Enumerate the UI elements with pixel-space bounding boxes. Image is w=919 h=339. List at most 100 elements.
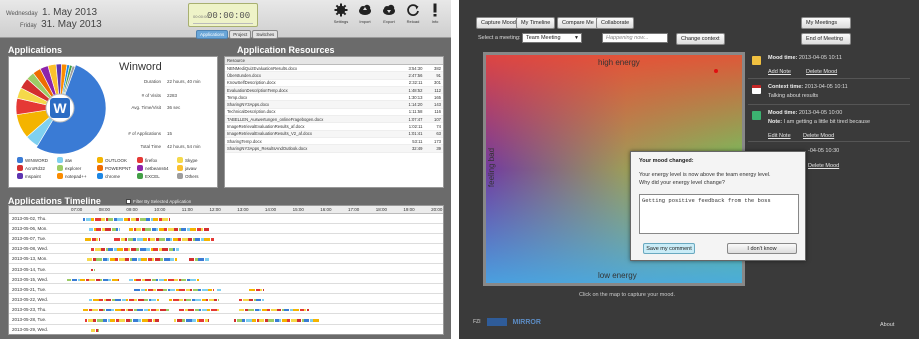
app-stat-value: 36 sec xyxy=(167,105,181,110)
import-button[interactable]: Import xyxy=(353,3,377,24)
timeline-segment xyxy=(145,228,151,231)
mood-changed-dialog: Your mood changed: Your energy level is … xyxy=(630,151,806,261)
meeting-select[interactable]: Team Meeting ▼ xyxy=(522,33,582,43)
happening-input[interactable]: Happening now... xyxy=(602,33,668,43)
tab-applications[interactable]: Applications xyxy=(196,30,229,39)
change-context-button[interactable]: Change context xyxy=(676,33,725,45)
timeline-row[interactable]: 2013-05-14, Tue. xyxy=(9,266,443,274)
timeline-row[interactable]: 2013-05-08, Wed. xyxy=(9,245,443,254)
legend-item[interactable]: OUTLOOK xyxy=(97,157,137,163)
applications-legend: WINWORD atw OUTLOOK firefox Skype AcroRd32 exp… xyxy=(17,157,217,179)
timeline-segment xyxy=(313,319,319,322)
timeline-segment xyxy=(277,308,281,312)
timeline-hour-label: 12:00 xyxy=(209,207,221,212)
table-row[interactable]: ImageRetrievalEvaluationResults_af.docx 1… xyxy=(225,122,443,131)
col-time[interactable] xyxy=(394,57,425,65)
table-row[interactable]: TABELLEN_Auswertungen_onlineFragebogen.d… xyxy=(225,115,443,124)
col-resource[interactable]: Resource xyxy=(225,57,395,65)
legend-item[interactable]: AcroRd32 xyxy=(17,165,57,171)
timeline-row[interactable]: 2013-05-28, Tue. xyxy=(9,316,443,325)
timeline-segment xyxy=(168,218,169,221)
export-button[interactable]: Export xyxy=(377,3,401,24)
legend-item[interactable]: chrome xyxy=(97,173,137,179)
timeline-row[interactable]: 2013-05-15, Wed. xyxy=(9,276,443,285)
legend-item[interactable]: WINWORD xyxy=(17,157,57,163)
timeline-segment xyxy=(143,308,148,312)
legend-item[interactable]: netbeans64 xyxy=(137,165,177,171)
timeline-segment xyxy=(87,258,92,261)
info-button[interactable]: Info xyxy=(423,3,447,24)
delete-mood-link-1[interactable]: Delete Mood xyxy=(806,69,837,75)
timeline-segment xyxy=(144,298,148,302)
table-row[interactable]: NBNMediQuizEvaluationResults.docx 3:54:30… xyxy=(225,64,443,73)
settings-button[interactable]: Settings xyxy=(329,3,353,24)
legend-item[interactable]: firefox xyxy=(137,157,177,163)
table-row[interactable]: Überstunden.docx 2:47:56 91 xyxy=(225,71,443,80)
compare-me-button[interactable]: Compare Me xyxy=(557,17,599,29)
legend-item[interactable]: POWERPNT xyxy=(97,165,137,171)
timeline-row[interactable]: 2013-05-21, Tue. xyxy=(9,286,443,295)
legend-item[interactable]: javaw xyxy=(177,165,217,171)
about-link[interactable]: About xyxy=(880,322,894,328)
timeline-segment xyxy=(94,248,101,251)
legend-item[interactable]: Others xyxy=(177,173,217,179)
dont-know-button[interactable]: I don't know xyxy=(727,243,797,254)
date-to[interactable]: Friday 31. May 2013 xyxy=(20,14,102,32)
reload-button[interactable]: Reload xyxy=(401,3,425,24)
table-row[interactable]: TechnicalDescription.docx 1:11:58 116 xyxy=(225,108,443,117)
timeline-segment xyxy=(143,238,147,241)
resource-time-cell: 32:49 xyxy=(394,144,425,153)
timeline-row[interactable]: 2013-05-13, Mon. xyxy=(9,255,443,264)
collaborate-button[interactable]: Collaborate xyxy=(596,17,635,29)
capture-mood-button[interactable]: Capture Mood xyxy=(476,17,521,29)
tab-switches[interactable]: Switches xyxy=(252,30,279,39)
table-row[interactable]: SharingNY3Apps_ResultsAndOutlook.docx 32:… xyxy=(225,144,443,153)
table-row[interactable]: KnowSelfDescription.docx 2:32:11 301 xyxy=(225,79,443,87)
tab-project[interactable]: Project xyxy=(229,30,252,39)
table-row[interactable]: ImageRetrievalEvaluationResults_V2_af.do… xyxy=(225,130,443,138)
delete-mood-link-2[interactable]: Delete Mood xyxy=(803,133,834,139)
end-meeting-button[interactable]: End of Meeting xyxy=(801,33,851,45)
filter-checkbox[interactable] xyxy=(126,199,131,204)
legend-swatch xyxy=(17,157,23,163)
col-visits[interactable] xyxy=(424,57,443,65)
add-note-link[interactable]: Add Note xyxy=(768,69,791,75)
table-row[interactable]: SharingNY3Apps.docx 1:14:20 143 xyxy=(225,100,443,109)
timeline-row[interactable]: 2013-05-07, Tue. xyxy=(9,235,443,244)
my-meetings-button[interactable]: My Meetings xyxy=(801,17,851,29)
timeline-row[interactable]: 2013-05-29, Wed. xyxy=(9,326,443,334)
timeline-segment xyxy=(125,319,130,322)
table-row[interactable]: EvaluationDescriptionTemp.docx 1:48:52 112 xyxy=(225,86,443,95)
timeline-row[interactable]: 2013-05-23, Thu. xyxy=(9,306,443,315)
reload-icon xyxy=(407,4,419,16)
resource-name-cell: Temp.docx xyxy=(225,93,395,102)
legend-item[interactable]: mspaint xyxy=(17,173,57,179)
timeline-segment xyxy=(123,218,128,221)
table-row[interactable]: SharingTemp.docx 53:11 173 xyxy=(225,137,443,146)
save-comment-button[interactable]: Save my comment xyxy=(643,243,695,254)
timeline-segment xyxy=(154,258,160,261)
timeline-segment xyxy=(85,218,91,221)
legend-item[interactable]: atw xyxy=(57,157,97,163)
legend-item[interactable]: explorer xyxy=(57,165,97,171)
applications-pie-chart[interactable]: W xyxy=(12,60,108,156)
timeline-segment xyxy=(284,308,289,312)
timeline-segment xyxy=(196,278,199,282)
timeline-row[interactable]: 2013-05-02, Thu. xyxy=(9,215,443,224)
timeline-segment xyxy=(151,228,156,231)
comment-textarea[interactable]: Getting positive feedback from the boss xyxy=(639,194,799,234)
timeline-row[interactable]: 2013-05-06, Mon. xyxy=(9,225,443,234)
my-timeline-button[interactable]: My Timeline xyxy=(516,17,556,29)
legend-label: WINWORD xyxy=(25,157,48,163)
delete-mood-link-3[interactable]: Delete Mood xyxy=(808,163,839,169)
timeline-segment xyxy=(210,238,214,241)
legend-item[interactable]: EXCEL xyxy=(137,173,177,179)
edit-note-link[interactable]: Edit Note xyxy=(768,133,791,139)
timeline-row[interactable]: 2013-05-22, Wed. xyxy=(9,296,443,305)
table-row[interactable]: Temp.docx 1:30:13 165 xyxy=(225,93,443,102)
timeline-segment xyxy=(130,248,136,251)
timeline-hour-label: 07:00 xyxy=(71,207,83,212)
legend-item[interactable]: notepad++ xyxy=(57,173,97,179)
legend-item[interactable]: Skype xyxy=(177,157,217,163)
timeline-filter[interactable]: Filter By Selected Application xyxy=(126,199,191,204)
